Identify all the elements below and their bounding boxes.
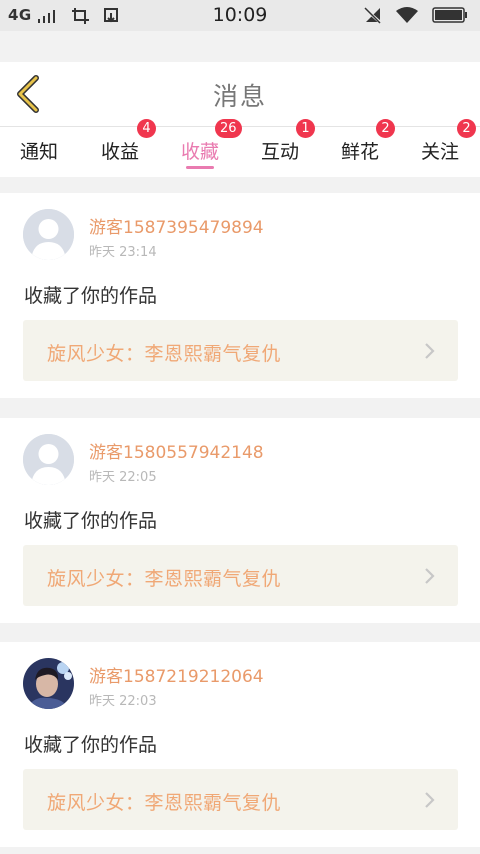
avatar[interactable] [23,658,74,709]
count-badge: 1 [296,119,315,138]
tab-label: 通知 [20,141,59,163]
action-text: 收藏了你的作品 [24,734,158,756]
list-item: 游客1580557942148 昨天 22:05 收藏了你的作品 旋风少女：李恩… [0,418,480,623]
tab-label: 互动 [261,141,300,163]
default-avatar-icon [23,209,74,260]
avatar[interactable] [23,434,74,485]
header: 消息 [0,62,480,126]
tab-flowers[interactable]: 鲜花 2 [341,119,401,177]
action-text: 收藏了你的作品 [24,285,158,307]
photo-avatar-icon [23,658,74,709]
work-title: 旋风少女：李恩熙霸气复仇 [47,343,282,365]
tab-label: 收藏 [181,141,220,163]
timestamp: 昨天 22:03 [89,694,157,709]
count-badge: 2 [376,119,395,138]
chevron-right-icon [425,792,435,808]
work-title: 旋风少女：李恩熙霸气复仇 [47,792,282,814]
wifi-icon [396,7,418,23]
status-bar: 4G 10:09 [0,0,480,31]
work-link[interactable]: 旋风少女：李恩熙霸气复仇 [23,320,458,381]
active-tab-indicator [186,166,214,169]
chevron-right-icon [425,568,435,584]
tab-label: 收益 [101,141,140,163]
tab-follows[interactable]: 关注 2 [421,119,480,177]
username[interactable]: 游客1587395479894 [89,213,264,238]
tab-label: 关注 [421,141,460,163]
count-badge: 26 [215,119,242,138]
tab-label: 鲜花 [341,141,380,163]
tab-earnings[interactable]: 收益 4 [101,119,161,177]
tab-favorites[interactable]: 收藏 26 [181,119,242,177]
page-title: 消息 [212,82,267,111]
list-item: 游客1587395479894 昨天 23:14 收藏了你的作品 旋风少女：李恩… [0,193,480,398]
username[interactable]: 游客1587219212064 [89,662,264,687]
count-badge: 4 [137,119,156,138]
work-link[interactable]: 旋风少女：李恩熙霸气复仇 [23,769,458,830]
work-link[interactable]: 旋风少女：李恩熙霸气复仇 [23,545,458,606]
action-text: 收藏了你的作品 [24,510,158,532]
list-item: 游客1587219212064 昨天 22:03 收藏了你的作品 旋风少女：李恩… [0,642,480,847]
count-badge: 2 [457,119,476,138]
work-title: 旋风少女：李恩熙霸气复仇 [47,568,282,590]
timestamp: 昨天 22:05 [89,470,157,485]
battery-icon [432,7,467,23]
status-right [364,6,468,24]
tab-notifications[interactable]: 通知 [20,127,80,177]
no-sim-icon [364,7,382,24]
username[interactable]: 游客1580557942148 [89,438,264,463]
tab-interactions[interactable]: 互动 1 [261,119,321,177]
avatar[interactable] [23,209,74,260]
tab-bar: 通知 收益 4 收藏 26 互动 1 鲜花 2 关注 2 [0,119,480,177]
chevron-right-icon [425,343,435,359]
timestamp: 昨天 23:14 [89,245,157,260]
default-avatar-icon [23,434,74,485]
